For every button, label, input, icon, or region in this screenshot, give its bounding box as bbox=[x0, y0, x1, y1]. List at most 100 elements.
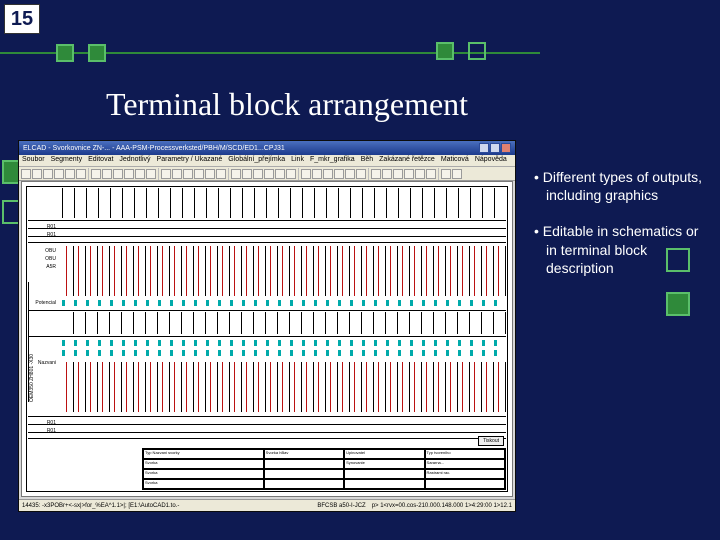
toolbar-button[interactable] bbox=[32, 169, 42, 179]
terminal-header-col bbox=[170, 188, 182, 218]
drawing-canvas[interactable]: R01 R01 OBU OBU A5R OEM350 ZH801 -X30 Po… bbox=[21, 181, 513, 497]
row-label: R01 bbox=[28, 420, 58, 426]
menu-item[interactable]: F_mkr_grafika bbox=[310, 156, 355, 165]
terminal-header-col bbox=[470, 188, 482, 218]
rule-line bbox=[28, 228, 506, 229]
tb-cell: Svorka hBav bbox=[264, 449, 344, 459]
row-label: R01 bbox=[28, 232, 58, 238]
print-button[interactable]: Tiskout bbox=[478, 436, 504, 446]
row-label: Nazvani bbox=[28, 360, 58, 366]
toolbar-button[interactable] bbox=[382, 169, 392, 179]
tb-cell bbox=[344, 469, 424, 479]
toolbar-button[interactable] bbox=[415, 169, 425, 179]
slide-title: Terminal block arrangement bbox=[106, 86, 468, 123]
menu-item[interactable]: Soubor bbox=[22, 156, 45, 165]
row-label: OBU bbox=[28, 256, 58, 262]
toolbar-button[interactable] bbox=[371, 169, 381, 179]
toolbar-button[interactable] bbox=[102, 169, 112, 179]
toolbar-button[interactable] bbox=[113, 169, 123, 179]
tb-cell: Upinovatel bbox=[344, 449, 424, 459]
tb-cell: Sararna... bbox=[425, 459, 505, 469]
toolbar-button[interactable] bbox=[452, 169, 462, 179]
toolbar-button[interactable] bbox=[172, 169, 182, 179]
menu-item[interactable]: Link bbox=[291, 156, 304, 165]
rule-line bbox=[28, 310, 506, 311]
toolbar-button[interactable] bbox=[312, 169, 322, 179]
rule-line bbox=[28, 336, 506, 337]
potential-row bbox=[62, 350, 506, 356]
toolbar-button[interactable] bbox=[275, 169, 285, 179]
toolbar-button[interactable] bbox=[286, 169, 296, 179]
toolbar-button[interactable] bbox=[91, 169, 101, 179]
terminal-header-col bbox=[290, 188, 302, 218]
toolbar-button[interactable] bbox=[264, 169, 274, 179]
terminal-header-col bbox=[386, 188, 398, 218]
menu-item[interactable]: Zakázané řetězce bbox=[379, 156, 435, 165]
toolbar-button[interactable] bbox=[124, 169, 134, 179]
tb-cell bbox=[264, 459, 344, 469]
toolbar-button[interactable] bbox=[135, 169, 145, 179]
toolbar-button[interactable] bbox=[242, 169, 252, 179]
terminal-header-col bbox=[230, 188, 242, 218]
tb-cell: Typ Nazvani svorky bbox=[143, 449, 264, 459]
close-icon[interactable] bbox=[501, 143, 511, 153]
toolbar-button[interactable] bbox=[21, 169, 31, 179]
menu-item[interactable]: Parametry / Ukazané bbox=[157, 156, 223, 165]
menu-item[interactable]: Běh bbox=[361, 156, 373, 165]
toolbar-button[interactable] bbox=[404, 169, 414, 179]
toolbar-button[interactable] bbox=[323, 169, 333, 179]
toolbar-button[interactable] bbox=[146, 169, 156, 179]
menu-item[interactable]: Segmenty bbox=[51, 156, 83, 165]
toolbar-button[interactable] bbox=[183, 169, 193, 179]
app-toolbar[interactable] bbox=[19, 167, 515, 181]
status-right: p> 1<rvx=00.cos-210.000.148.000 1>4:29:0… bbox=[372, 503, 512, 509]
menu-item[interactable]: Nápověda bbox=[475, 156, 507, 165]
rule-line bbox=[28, 220, 506, 221]
toolbar-button[interactable] bbox=[334, 169, 344, 179]
terminal-header-col bbox=[86, 188, 98, 218]
terminal-header-col bbox=[146, 188, 158, 218]
toolbar-button[interactable] bbox=[205, 169, 215, 179]
app-menubar[interactable]: Soubor Segmenty Editovat Jednotlivý Para… bbox=[19, 155, 515, 167]
tb-cell: Synovanie bbox=[344, 459, 424, 469]
terminal-header-col bbox=[278, 188, 290, 218]
tb-cell: Typ tvoreniho bbox=[425, 449, 505, 459]
bullet-item: Different types of outputs, including gr… bbox=[534, 168, 708, 204]
decor-squares-top-right bbox=[436, 42, 486, 60]
menu-item[interactable]: Maticová bbox=[441, 156, 469, 165]
menu-item[interactable]: Editovat bbox=[88, 156, 113, 165]
toolbar-button[interactable] bbox=[54, 169, 64, 179]
decor-squares-top bbox=[56, 44, 106, 62]
window-buttons[interactable] bbox=[479, 143, 511, 153]
terminal-header-col bbox=[110, 188, 122, 218]
terminal-header-col bbox=[74, 188, 86, 218]
tb-cell bbox=[264, 469, 344, 479]
terminal-header-col bbox=[182, 188, 194, 218]
row-label: A5R bbox=[28, 264, 58, 270]
toolbar-button[interactable] bbox=[161, 169, 171, 179]
toolbar-button[interactable] bbox=[356, 169, 366, 179]
toolbar-button[interactable] bbox=[301, 169, 311, 179]
toolbar-button[interactable] bbox=[426, 169, 436, 179]
maximize-icon[interactable] bbox=[490, 143, 500, 153]
terminal-strip-lower bbox=[62, 362, 506, 412]
toolbar-button[interactable] bbox=[231, 169, 241, 179]
menu-item[interactable]: Jednotlivý bbox=[119, 156, 150, 165]
toolbar-button[interactable] bbox=[65, 169, 75, 179]
toolbar-button[interactable] bbox=[43, 169, 53, 179]
embedded-app-window: ELCAD - Svorkovnice ZN-... - AAA-PSM-Pro… bbox=[18, 140, 516, 512]
minimize-icon[interactable] bbox=[479, 143, 489, 153]
menu-item[interactable]: Globální_přejímka bbox=[228, 156, 285, 165]
rule-line bbox=[28, 242, 506, 243]
slide-number: 15 bbox=[4, 4, 40, 34]
toolbar-button[interactable] bbox=[194, 169, 204, 179]
status-left: 14435: -x3POBr+<-sx|>for_%EA^1.1>|; [E1:… bbox=[22, 503, 179, 509]
rule-line bbox=[28, 438, 506, 439]
toolbar-button[interactable] bbox=[216, 169, 226, 179]
toolbar-button[interactable] bbox=[393, 169, 403, 179]
toolbar-button[interactable] bbox=[441, 169, 451, 179]
toolbar-button[interactable] bbox=[345, 169, 355, 179]
toolbar-button[interactable] bbox=[253, 169, 263, 179]
rule-line bbox=[28, 424, 506, 425]
toolbar-button[interactable] bbox=[76, 169, 86, 179]
